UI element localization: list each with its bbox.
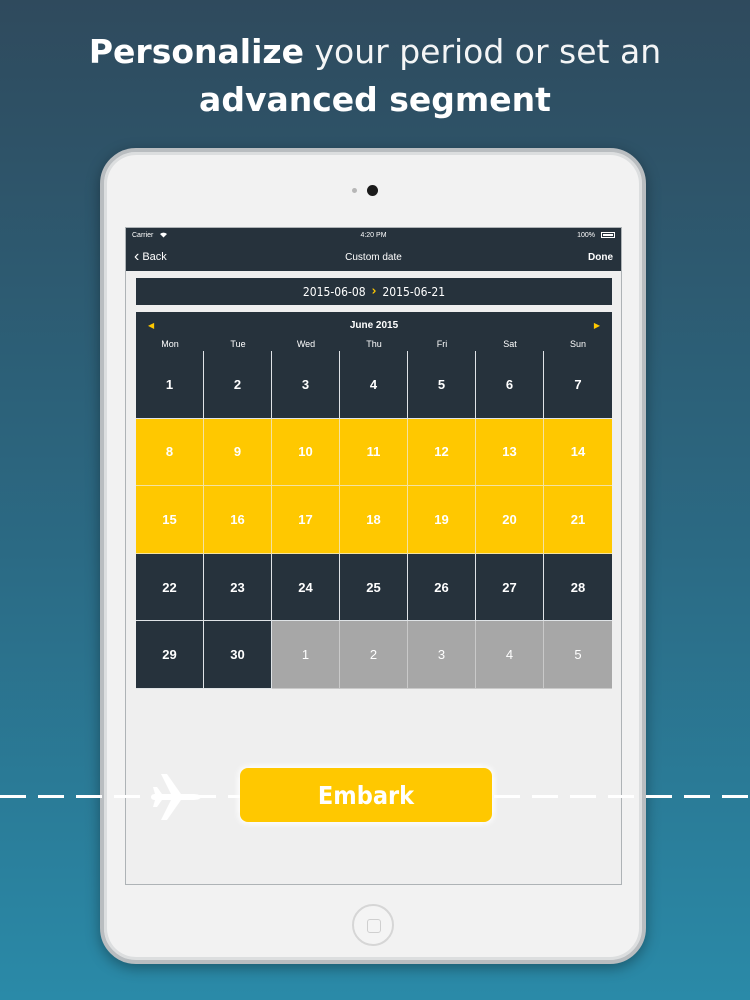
day-cell-selected[interactable]: 17 [272, 486, 340, 554]
calendar: ◀ June 2015 ▶ Mon Tue Wed Thu Fri Sat Su… [136, 312, 612, 689]
day-cell[interactable]: 29 [136, 621, 204, 689]
day-cell-selected[interactable]: 8 [136, 418, 204, 487]
date-range-display[interactable]: 2015-06-08 › 2015-06-21 [136, 278, 612, 305]
battery-icon [601, 232, 615, 238]
day-cell-next-month[interactable]: 4 [476, 621, 544, 689]
headline-bold-1: Personalize [88, 32, 304, 71]
month-label: June 2015 [349, 320, 399, 331]
day-cell[interactable]: 28 [544, 553, 612, 622]
day-cell-selected[interactable]: 13 [476, 418, 544, 487]
day-cell-next-month[interactable]: 2 [340, 621, 408, 689]
range-end-date: 2015-06-21 [382, 284, 446, 299]
airplane-icon [151, 774, 201, 820]
weekday-label: Tue [230, 339, 246, 349]
weekday-label: Sun [569, 339, 586, 349]
weekday-row: Mon Tue Wed Thu Fri Sat Sun [136, 339, 612, 349]
day-cell[interactable]: 27 [476, 553, 544, 622]
headline-text-1: your period or set an [314, 32, 662, 71]
home-button-icon[interactable] [352, 904, 394, 946]
day-cell-selected[interactable]: 14 [544, 418, 612, 487]
sensor-icon [352, 188, 357, 193]
day-cell-selected[interactable]: 18 [340, 486, 408, 554]
day-cell[interactable]: 3 [272, 351, 340, 419]
status-time: 4:20 PM [360, 232, 387, 239]
weekday-label: Thu [366, 339, 382, 349]
day-cell-selected[interactable]: 16 [204, 486, 272, 554]
range-start-date: 2015-06-08 [302, 284, 366, 299]
day-cell[interactable]: 1 [136, 351, 204, 419]
page-title: Custom date [345, 252, 402, 263]
marketing-headline: Personalize your period or set an advanc… [0, 28, 750, 124]
done-button[interactable]: Done [588, 252, 613, 263]
battery-percent: 100% [577, 232, 595, 239]
status-bar: Carrier 4:20 PM 100% [126, 228, 621, 244]
weekday-label: Wed [296, 339, 316, 349]
day-cell-selected[interactable]: 12 [408, 418, 476, 487]
weekday-label: Fri [436, 339, 448, 349]
day-cell-selected[interactable]: 19 [408, 486, 476, 554]
day-cell-selected[interactable]: 9 [204, 418, 272, 487]
day-cell-selected[interactable]: 11 [340, 418, 408, 487]
day-cell-next-month[interactable]: 3 [408, 621, 476, 689]
day-cell[interactable]: 4 [340, 351, 408, 419]
day-cell[interactable]: 26 [408, 553, 476, 622]
day-cell[interactable]: 22 [136, 553, 204, 622]
day-cell[interactable]: 7 [544, 351, 612, 419]
day-cell-selected[interactable]: 21 [544, 486, 612, 554]
day-cell[interactable]: 23 [204, 553, 272, 622]
embark-button[interactable]: Embark [240, 768, 492, 822]
day-cell-selected[interactable]: 10 [272, 418, 340, 487]
day-cell[interactable]: 6 [476, 351, 544, 419]
day-cell-next-month[interactable]: 1 [272, 621, 340, 689]
navigation-bar: ‹ Back Custom date Done [126, 244, 621, 271]
next-month-icon[interactable]: ▶ [594, 321, 600, 330]
day-cell[interactable]: 2 [204, 351, 272, 419]
day-cell-selected[interactable]: 20 [476, 486, 544, 554]
headline-bold-2: advanced segment [199, 80, 551, 119]
range-arrow-icon: › [371, 284, 377, 299]
weekday-label: Mon [161, 339, 179, 349]
calendar-grid: 1 2 3 4 5 6 7 8 9 10 11 12 13 14 15 16 1… [136, 351, 612, 689]
day-cell[interactable]: 25 [340, 553, 408, 622]
day-cell[interactable]: 24 [272, 553, 340, 622]
day-cell[interactable]: 5 [408, 351, 476, 419]
weekday-label: Sat [503, 339, 517, 349]
day-cell-next-month[interactable]: 5 [544, 621, 612, 689]
camera-icon [367, 185, 378, 196]
day-cell[interactable]: 30 [204, 621, 272, 689]
day-cell-selected[interactable]: 15 [136, 486, 204, 554]
